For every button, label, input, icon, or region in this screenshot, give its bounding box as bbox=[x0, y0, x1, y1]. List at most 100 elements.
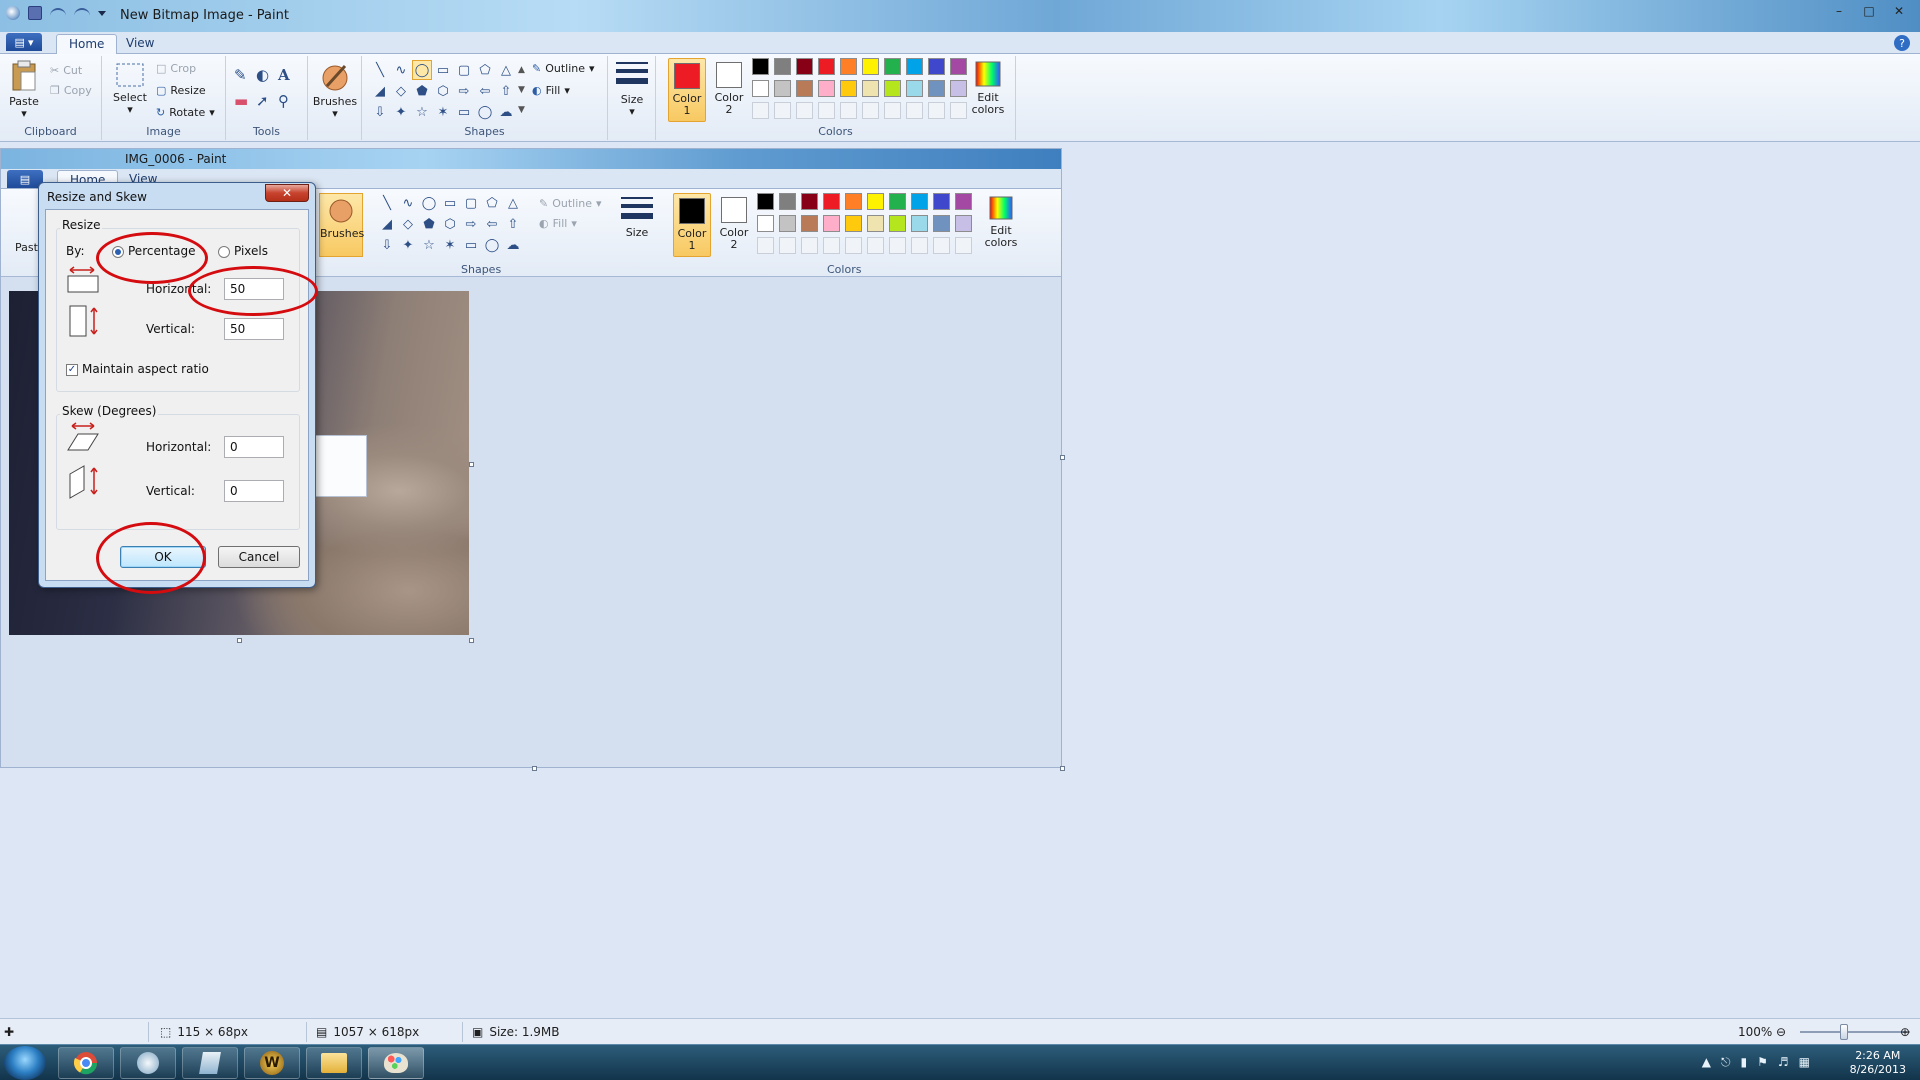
palette-swatch[interactable] bbox=[774, 80, 791, 97]
palette-swatch[interactable] bbox=[906, 80, 923, 97]
select-button[interactable]: Select ▾ bbox=[112, 62, 148, 116]
palette-swatch[interactable] bbox=[818, 80, 835, 97]
polygon-shape-icon[interactable]: ⬠ bbox=[475, 60, 495, 80]
palette-swatch[interactable] bbox=[928, 102, 945, 119]
zoom-slider-track[interactable] bbox=[1800, 1031, 1910, 1033]
rotate-button[interactable]: ↻ Rotate ▾ bbox=[156, 104, 215, 120]
maintain-aspect-checkbox[interactable]: ✓ bbox=[66, 364, 78, 376]
pixels-label[interactable]: Pixels bbox=[234, 244, 268, 258]
palette-swatch[interactable] bbox=[796, 80, 813, 97]
palette-swatch[interactable] bbox=[840, 58, 857, 75]
right-triangle-shape-icon[interactable]: ◢ bbox=[370, 81, 390, 101]
help-icon[interactable]: ? bbox=[1894, 35, 1910, 51]
palette-swatch[interactable] bbox=[906, 58, 923, 75]
customize-qat-icon[interactable] bbox=[98, 10, 106, 16]
taskbar-paint[interactable] bbox=[368, 1047, 424, 1079]
paste-button[interactable]: Paste ▾ bbox=[6, 60, 42, 120]
pencil-icon[interactable]: ✎ bbox=[234, 66, 256, 92]
outer-resize-handle-bottom[interactable] bbox=[532, 766, 537, 771]
up-arrow-shape-icon[interactable]: ⇧ bbox=[496, 81, 516, 101]
palette-swatch[interactable] bbox=[796, 58, 813, 75]
text-icon[interactable]: A bbox=[278, 66, 300, 92]
tab-home[interactable]: Home bbox=[56, 34, 118, 54]
palette-swatch[interactable] bbox=[818, 102, 835, 119]
rectangle-shape-icon[interactable]: ▭ bbox=[433, 60, 453, 80]
monitor-icon[interactable]: ▦ bbox=[1799, 1055, 1810, 1070]
four-point-star-shape-icon[interactable]: ✦ bbox=[391, 102, 411, 122]
brushes-button[interactable]: Brushes ▾ bbox=[312, 60, 358, 120]
palette-swatch[interactable] bbox=[928, 58, 945, 75]
palette-swatch[interactable] bbox=[884, 80, 901, 97]
taskbar-wow[interactable]: W bbox=[244, 1047, 300, 1079]
palette-swatch[interactable] bbox=[862, 58, 879, 75]
cancel-button[interactable]: Cancel bbox=[218, 546, 300, 568]
palette-swatch[interactable] bbox=[774, 58, 791, 75]
palette-swatch[interactable] bbox=[840, 80, 857, 97]
outer-resize-handle-corner[interactable] bbox=[1060, 766, 1065, 771]
callout-oval-shape-icon[interactable]: ◯ bbox=[475, 102, 495, 122]
palette-swatch[interactable] bbox=[774, 102, 791, 119]
color2-button[interactable]: Color 2 bbox=[710, 58, 748, 122]
resize-button[interactable]: ▢ Resize bbox=[156, 82, 206, 98]
skew-horizontal-input[interactable] bbox=[224, 436, 284, 458]
line-shape-icon[interactable]: ╲ bbox=[370, 60, 390, 80]
pentagon-shape-icon[interactable]: ⬟ bbox=[412, 81, 432, 101]
magnifier-icon[interactable]: ⚲ bbox=[278, 92, 300, 118]
six-point-star-shape-icon[interactable]: ✶ bbox=[433, 102, 453, 122]
fill-button[interactable]: ◐ Fill ▾ bbox=[532, 82, 570, 98]
close-button[interactable]: ✕ bbox=[1884, 0, 1914, 22]
palette-swatch[interactable] bbox=[752, 80, 769, 97]
fill-bucket-icon[interactable]: ◐ bbox=[256, 66, 278, 92]
redo-icon[interactable] bbox=[74, 8, 90, 18]
size-button[interactable]: Size ▾ bbox=[614, 60, 650, 118]
palette-swatch[interactable] bbox=[862, 80, 879, 97]
curve-shape-icon[interactable]: ∿ bbox=[391, 60, 411, 80]
oval-shape-icon[interactable]: ◯ bbox=[412, 60, 432, 80]
save-icon[interactable] bbox=[28, 6, 42, 20]
resize-handle-right[interactable] bbox=[469, 462, 474, 467]
maximize-button[interactable]: □ bbox=[1854, 0, 1884, 22]
five-point-star-shape-icon[interactable]: ☆ bbox=[412, 102, 432, 122]
resize-handle-corner[interactable] bbox=[469, 638, 474, 643]
flag-icon[interactable]: ⚑ bbox=[1757, 1055, 1768, 1070]
palette-swatch[interactable] bbox=[884, 58, 901, 75]
edit-colors-button[interactable]: Edit colors bbox=[966, 60, 1010, 116]
color1-button[interactable]: Color 1 bbox=[668, 58, 706, 122]
rounded-rectangle-shape-icon[interactable]: ▢ bbox=[454, 60, 474, 80]
color-picker-icon[interactable]: ➚ bbox=[256, 92, 278, 118]
zoom-slider-thumb[interactable] bbox=[1840, 1024, 1848, 1040]
undo-icon[interactable] bbox=[50, 8, 66, 18]
taskbar-chrome[interactable] bbox=[58, 1047, 114, 1079]
callout-rect-shape-icon[interactable]: ▭ bbox=[454, 102, 474, 122]
palette-swatch[interactable] bbox=[884, 102, 901, 119]
bluetooth-icon[interactable]: ⎋ bbox=[1721, 1055, 1731, 1070]
taskbar-explorer[interactable] bbox=[306, 1047, 362, 1079]
start-button[interactable] bbox=[4, 1046, 46, 1080]
network-icon[interactable]: ▮ bbox=[1741, 1055, 1748, 1070]
outer-resize-handle-right[interactable] bbox=[1060, 455, 1065, 460]
palette-swatch[interactable] bbox=[840, 102, 857, 119]
taskbar-app-2[interactable] bbox=[120, 1047, 176, 1079]
vertical-input[interactable] bbox=[224, 318, 284, 340]
palette-swatch[interactable] bbox=[950, 80, 967, 97]
show-hidden-icons[interactable]: ▲ bbox=[1702, 1055, 1711, 1070]
diamond-shape-icon[interactable]: ◇ bbox=[391, 81, 411, 101]
resize-handle-bottom[interactable] bbox=[237, 638, 242, 643]
left-arrow-shape-icon[interactable]: ⇦ bbox=[475, 81, 495, 101]
palette-swatch[interactable] bbox=[906, 102, 923, 119]
minimize-button[interactable]: – bbox=[1824, 0, 1854, 22]
maintain-aspect-label[interactable]: Maintain aspect ratio bbox=[82, 362, 209, 376]
clock[interactable]: 2:26 AM 8/26/2013 bbox=[1850, 1049, 1906, 1077]
shapes-scroll[interactable]: ▲ ▼ ▼ bbox=[518, 60, 525, 120]
dialog-close-button[interactable]: ✕ bbox=[265, 184, 309, 202]
palette-swatch[interactable] bbox=[752, 102, 769, 119]
palette-swatch[interactable] bbox=[796, 102, 813, 119]
palette-swatch[interactable] bbox=[928, 80, 945, 97]
pixels-radio[interactable] bbox=[218, 246, 230, 258]
palette-swatch[interactable] bbox=[950, 102, 967, 119]
paint-app-icon[interactable] bbox=[6, 6, 20, 20]
right-arrow-shape-icon[interactable]: ⇨ bbox=[454, 81, 474, 101]
volume-icon[interactable]: ♬ bbox=[1778, 1055, 1789, 1070]
paint-menu-button[interactable]: ▤ ▾ bbox=[6, 33, 42, 51]
callout-cloud-shape-icon[interactable]: ☁ bbox=[496, 102, 516, 122]
